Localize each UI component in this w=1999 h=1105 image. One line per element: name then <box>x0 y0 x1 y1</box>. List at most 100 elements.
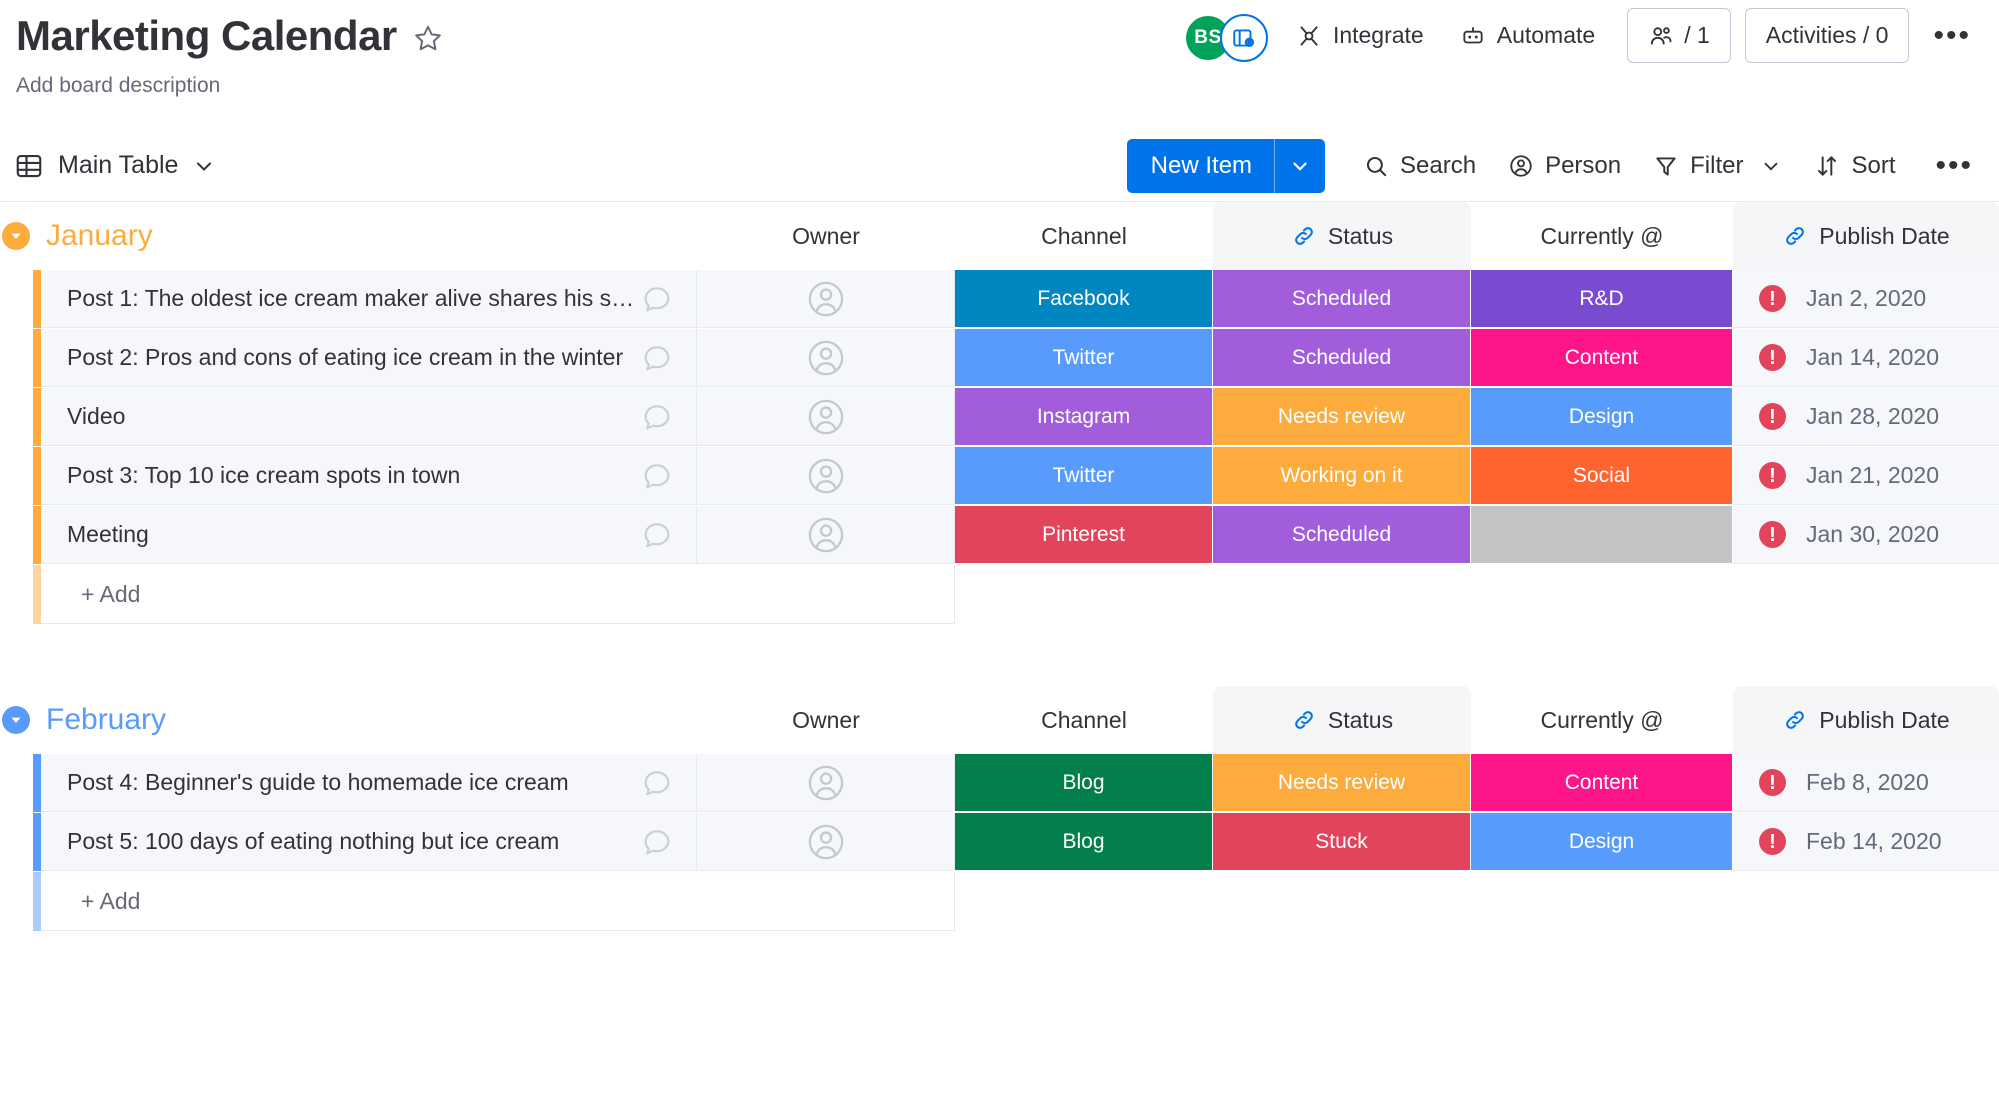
comment-icon[interactable] <box>640 825 674 859</box>
comment-icon[interactable] <box>640 459 674 493</box>
table-row[interactable]: Post 4: Beginner's guide to homemade ice… <box>0 754 1999 813</box>
cell-channel[interactable]: Twitter <box>955 447 1213 505</box>
cell-currently-at[interactable]: Design <box>1471 813 1733 871</box>
column-header-channel[interactable]: Channel <box>955 686 1213 754</box>
cell-item-name[interactable]: Post 5: 100 days of eating nothing but i… <box>41 813 697 871</box>
cell-publish-date[interactable]: ! Jan 28, 2020 <box>1733 388 1999 446</box>
cell-status[interactable]: Working on it <box>1213 447 1471 505</box>
cell-publish-date[interactable]: ! Feb 8, 2020 <box>1733 754 1999 812</box>
cell-item-name[interactable]: Video <box>41 388 697 446</box>
column-header-owner[interactable]: Owner <box>697 686 955 754</box>
cell-owner[interactable] <box>697 447 955 505</box>
filter-button[interactable]: Filter <box>1637 144 1798 188</box>
add-item-label[interactable]: + Add <box>41 872 955 931</box>
filter-label: Filter <box>1690 151 1744 179</box>
cell-publish-date[interactable]: ! Jan 14, 2020 <box>1733 329 1999 387</box>
cell-currently-at[interactable]: Content <box>1471 329 1733 387</box>
cell-item-name[interactable]: Post 1: The oldest ice cream maker alive… <box>41 270 697 328</box>
add-item-label[interactable]: + Add <box>41 565 955 624</box>
cell-currently-at[interactable]: R&D <box>1471 270 1733 328</box>
cell-channel[interactable]: Instagram <box>955 388 1213 446</box>
cell-status[interactable]: Needs review <box>1213 754 1471 812</box>
sort-button[interactable]: Sort <box>1798 144 1911 188</box>
cell-owner[interactable] <box>697 270 955 328</box>
search-button[interactable]: Search <box>1347 144 1492 188</box>
cell-channel[interactable]: Facebook <box>955 270 1213 328</box>
person-filter-button[interactable]: Person <box>1492 144 1637 188</box>
avatar-placeholder-icon[interactable] <box>805 762 847 804</box>
avatar-placeholder-icon[interactable] <box>805 396 847 438</box>
tab-main-table[interactable]: Main Table <box>14 151 216 181</box>
cell-channel[interactable]: Twitter <box>955 329 1213 387</box>
chevron-down-icon[interactable] <box>192 154 216 178</box>
toolbar-more-menu[interactable]: ••• <box>1921 145 1987 187</box>
avatar-group[interactable]: BS <box>1185 11 1278 62</box>
alert-icon: ! <box>1759 344 1786 371</box>
board-visibility-icon[interactable] <box>1219 13 1268 62</box>
cell-publish-date[interactable]: ! Feb 14, 2020 <box>1733 813 1999 871</box>
cell-item-name[interactable]: Post 3: Top 10 ice cream spots in town <box>41 447 697 505</box>
column-header-currently[interactable]: Currently @ <box>1471 686 1733 754</box>
cell-status[interactable]: Stuck <box>1213 813 1471 871</box>
comment-icon[interactable] <box>640 518 674 552</box>
cell-item-name[interactable]: Meeting <box>41 506 697 564</box>
column-header-channel[interactable]: Channel <box>955 202 1213 270</box>
activities-button[interactable]: Activities / 0 <box>1744 8 1910 63</box>
cell-publish-date[interactable]: ! Jan 21, 2020 <box>1733 447 1999 505</box>
column-header-currently[interactable]: Currently @ <box>1471 202 1733 270</box>
avatar-placeholder-icon[interactable] <box>805 278 847 320</box>
cell-owner[interactable] <box>697 754 955 812</box>
comment-icon[interactable] <box>640 766 674 800</box>
item-name-label: Post 5: 100 days of eating nothing but i… <box>67 828 560 854</box>
cell-owner[interactable] <box>697 388 955 446</box>
table-row[interactable]: Post 3: Top 10 ice cream spots in town T… <box>0 447 1999 506</box>
cell-currently-at[interactable]: Content <box>1471 754 1733 812</box>
comment-icon[interactable] <box>640 341 674 375</box>
cell-status[interactable]: Needs review <box>1213 388 1471 446</box>
table-row[interactable]: Meeting Pinterest Scheduled ! Jan 30, 20… <box>0 506 1999 565</box>
avatar-placeholder-icon[interactable] <box>805 455 847 497</box>
cell-item-name[interactable]: Post 4: Beginner's guide to homemade ice… <box>41 754 697 812</box>
new-item-caret-button[interactable] <box>1274 138 1325 193</box>
cell-owner[interactable] <box>697 329 955 387</box>
automate-button[interactable]: Automate <box>1442 12 1613 59</box>
column-header-publish-date[interactable]: Publish Date <box>1733 686 1999 754</box>
cell-publish-date[interactable]: ! Jan 2, 2020 <box>1733 270 1999 328</box>
cell-owner[interactable] <box>697 813 955 871</box>
chevron-down-icon <box>1293 162 1307 171</box>
cell-status[interactable]: Scheduled <box>1213 329 1471 387</box>
members-button[interactable]: / 1 <box>1627 8 1731 63</box>
board-more-menu[interactable]: ••• <box>1919 15 1985 57</box>
column-header-status[interactable]: Status <box>1213 686 1471 754</box>
comment-icon[interactable] <box>640 400 674 434</box>
column-header-publish-date[interactable]: Publish Date <box>1733 202 1999 270</box>
add-item-row[interactable]: + Add <box>0 872 1999 931</box>
column-header-status[interactable]: Status <box>1213 202 1471 270</box>
add-item-row[interactable]: + Add <box>0 565 1999 624</box>
board-description[interactable]: Add board description <box>16 74 1999 98</box>
cell-currently-at[interactable]: Design <box>1471 388 1733 446</box>
table-row[interactable]: Post 2: Pros and cons of eating ice crea… <box>0 329 1999 388</box>
integrate-button[interactable]: Integrate <box>1278 12 1442 59</box>
cell-item-name[interactable]: Post 2: Pros and cons of eating ice crea… <box>41 329 697 387</box>
table-row[interactable]: Video Instagram Needs review Design ! Ja… <box>0 388 1999 447</box>
cell-channel[interactable]: Blog <box>955 813 1213 871</box>
column-header-owner[interactable]: Owner <box>697 202 955 270</box>
avatar-placeholder-icon[interactable] <box>805 821 847 863</box>
new-item-label[interactable]: New Item <box>1127 139 1274 193</box>
avatar-placeholder-icon[interactable] <box>805 337 847 379</box>
cell-publish-date[interactable]: ! Jan 30, 2020 <box>1733 506 1999 564</box>
cell-currently-at[interactable]: Social <box>1471 447 1733 505</box>
table-row[interactable]: Post 1: The oldest ice cream maker alive… <box>0 270 1999 329</box>
comment-icon[interactable] <box>640 282 674 316</box>
avatar-placeholder-icon[interactable] <box>805 514 847 556</box>
cell-channel[interactable]: Blog <box>955 754 1213 812</box>
cell-currently-at[interactable] <box>1471 506 1733 564</box>
cell-channel[interactable]: Pinterest <box>955 506 1213 564</box>
cell-status[interactable]: Scheduled <box>1213 506 1471 564</box>
star-icon[interactable] <box>413 23 443 53</box>
cell-owner[interactable] <box>697 506 955 564</box>
cell-status[interactable]: Scheduled <box>1213 270 1471 328</box>
table-row[interactable]: Post 5: 100 days of eating nothing but i… <box>0 813 1999 872</box>
new-item-button[interactable]: New Item <box>1126 138 1326 193</box>
